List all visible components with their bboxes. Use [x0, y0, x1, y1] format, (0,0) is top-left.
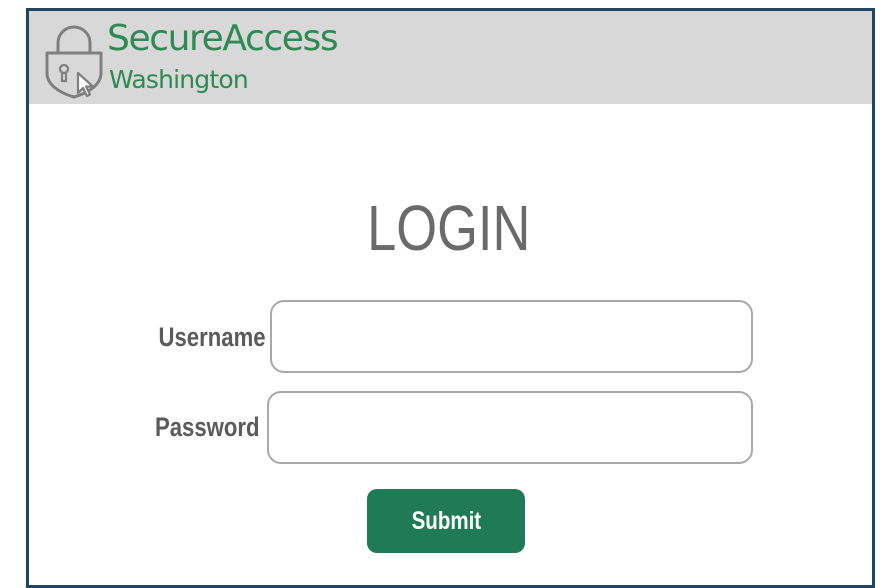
header-bar: SecureAccess Washington: [29, 11, 872, 104]
logo-subtitle: Washington: [109, 65, 249, 94]
username-label: Username: [158, 322, 266, 352]
login-panel: SecureAccess Washington LOGIN Username P…: [26, 8, 875, 588]
submit-button-label: Submit: [411, 506, 481, 535]
page-title: LOGIN: [367, 192, 531, 264]
username-input[interactable]: [270, 300, 753, 373]
padlock-shield-cursor-icon: [45, 25, 103, 99]
submit-button[interactable]: Submit: [367, 489, 525, 553]
password-label: Password: [155, 412, 260, 442]
password-input[interactable]: [267, 391, 753, 464]
page-background: SecureAccess Washington LOGIN Username P…: [0, 0, 885, 588]
logo-title: SecureAccess: [107, 18, 339, 59]
